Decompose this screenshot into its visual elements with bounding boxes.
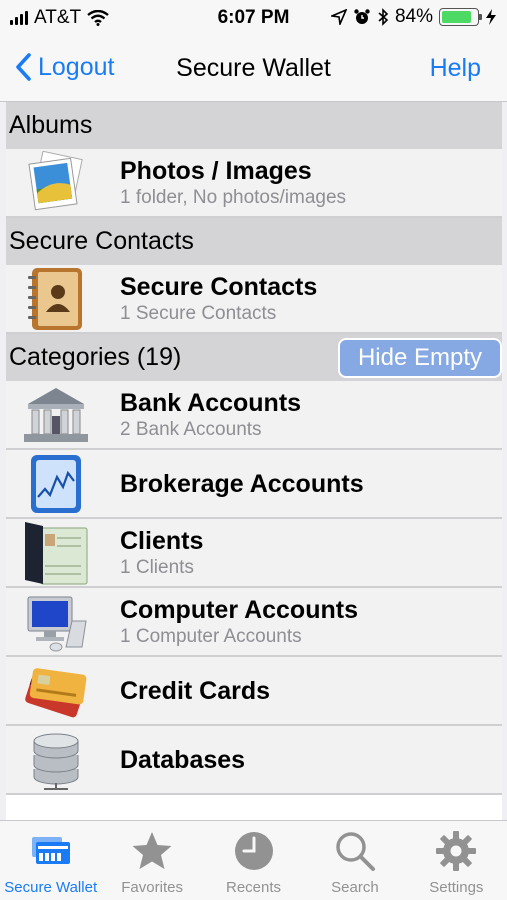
clock-icon [234, 832, 273, 870]
battery-icon [439, 8, 482, 26]
section-header-secure-contacts: Secure Contacts [6, 218, 502, 265]
list-item-secure-contacts[interactable]: Secure Contacts 1 Secure Contacts [6, 265, 502, 334]
section-title: Categories (19) [9, 343, 182, 371]
section-header-categories: Categories (19) Hide Empty [6, 334, 502, 381]
list-item-photos[interactable]: Photos / Images 1 folder, No photos/imag… [6, 149, 502, 218]
hide-empty-button[interactable]: Hide Empty [337, 338, 502, 378]
search-icon [336, 832, 375, 871]
tab-bar: Secure Wallet Favorites Recents Search S… [0, 820, 507, 900]
row-title: Computer Accounts [120, 595, 358, 624]
tab-label: Search [331, 879, 379, 896]
list-item-computer-accounts[interactable]: Computer Accounts 1 Computer Accounts [6, 588, 502, 657]
tab-settings[interactable]: Settings [406, 821, 507, 900]
stock-chart-icon [6, 449, 106, 518]
row-title: Bank Accounts [120, 388, 302, 417]
tab-secure-wallet[interactable]: Secure Wallet [0, 821, 101, 900]
row-title: Clients [120, 526, 204, 555]
photos-icon [6, 148, 106, 217]
row-title: Secure Contacts [120, 272, 318, 301]
computer-icon [6, 587, 106, 656]
row-title: Photos / Images [120, 156, 312, 185]
gear-icon [436, 831, 477, 871]
charging-bolt-icon [486, 9, 496, 25]
tab-recents[interactable]: Recents [203, 821, 304, 900]
logout-button[interactable]: Logout [14, 52, 114, 82]
location-arrow-icon [330, 9, 347, 25]
list-item-clients[interactable]: Clients 1 Clients [6, 519, 502, 588]
tab-favorites[interactable]: Favorites [101, 821, 202, 900]
list-item-credit-cards[interactable]: Credit Cards [6, 657, 502, 726]
tab-label: Recents [226, 879, 282, 896]
row-subtitle: 1 Secure Contacts [120, 302, 277, 324]
section-title: Secure Contacts [9, 227, 194, 255]
section-header-albums: Albums [6, 102, 502, 149]
star-icon [132, 832, 172, 869]
row-subtitle: 1 folder, No photos/images [120, 186, 347, 208]
client-folder-icon [6, 518, 106, 587]
wallet-icon [31, 837, 70, 864]
navigation-bar: Logout Secure Wallet Help [0, 36, 507, 102]
tab-search[interactable]: Search [304, 821, 405, 900]
list-item-databases[interactable]: Databases [6, 726, 502, 795]
row-subtitle: 1 Clients [120, 556, 194, 578]
database-icon [6, 725, 106, 794]
wallet-list[interactable]: Albums Photos / Images 1 folder, No phot… [6, 102, 502, 820]
alarm-clock-icon [354, 9, 370, 24]
battery-percent: 84% [394, 6, 433, 27]
row-subtitle: 1 Computer Accounts [120, 625, 302, 647]
bluetooth-icon [378, 8, 389, 26]
row-title: Credit Cards [120, 676, 271, 705]
tab-label: Favorites [121, 879, 183, 896]
bank-icon [6, 380, 106, 449]
section-title: Albums [9, 111, 93, 139]
chevron-left-icon [16, 53, 31, 81]
list-item-bank-accounts[interactable]: Bank Accounts 2 Bank Accounts [6, 381, 502, 450]
status-right: 84% [330, 6, 497, 28]
status-bar: AT&T 6:07 PM 84% [0, 0, 507, 36]
row-title: Databases [120, 745, 246, 774]
credit-card-icon [6, 656, 106, 725]
list-item-brokerage-accounts[interactable]: Brokerage Accounts [6, 450, 502, 519]
row-title: Brokerage Accounts [120, 469, 364, 498]
battery-level [442, 11, 471, 23]
help-button[interactable]: Help [430, 54, 481, 83]
row-subtitle: 2 Bank Accounts [120, 418, 262, 440]
tab-label: Settings [429, 879, 484, 896]
tab-label: Secure Wallet [4, 879, 98, 896]
contacts-book-icon [6, 264, 106, 333]
logout-label: Logout [38, 52, 115, 81]
